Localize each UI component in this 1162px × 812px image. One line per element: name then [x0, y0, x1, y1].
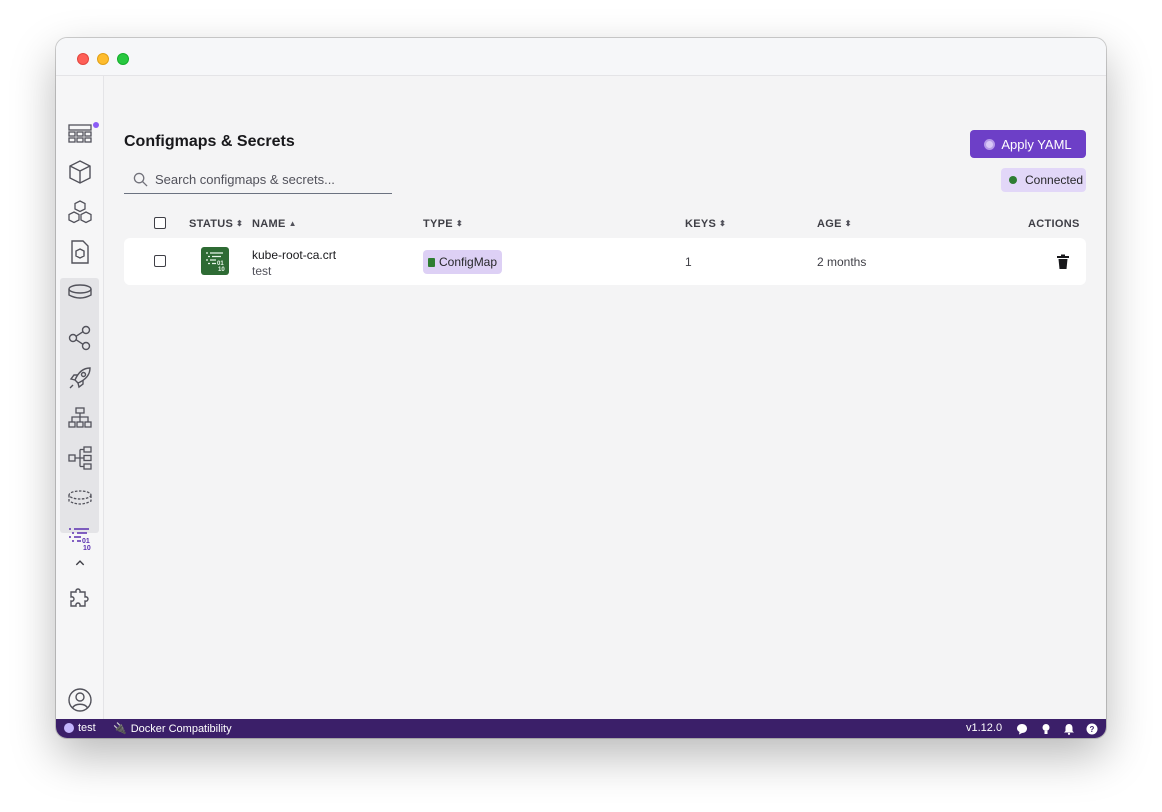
minimize-window-button[interactable] — [97, 53, 109, 65]
kube-icon — [984, 138, 996, 150]
document-icon — [428, 257, 435, 267]
sort-ascending-icon: ▲ — [288, 219, 297, 228]
column-header-actions: ACTIONS — [1028, 218, 1080, 230]
row-checkbox[interactable] — [154, 255, 166, 267]
pvc-icon[interactable] — [64, 482, 96, 514]
docker-compat-label: Docker Compatibility — [130, 722, 232, 735]
containers-icon[interactable] — [64, 156, 96, 188]
svg-text:10: 10 — [83, 545, 91, 551]
app-window: 0110 Configmaps & Secrets Apply YAML Con… — [56, 38, 1106, 738]
bell-icon[interactable] — [1062, 722, 1075, 735]
search-field — [124, 166, 392, 194]
context-selector[interactable]: test — [64, 722, 96, 734]
column-header-age[interactable]: AGE ⬍ — [817, 218, 852, 230]
delete-icon[interactable] — [1056, 254, 1070, 270]
connection-status-label: Connected — [1025, 173, 1084, 187]
svg-text:01: 01 — [82, 538, 90, 545]
close-window-button[interactable] — [77, 53, 89, 65]
configmap-status-icon: 01 10 — [201, 247, 229, 275]
configmaps-secrets-icon[interactable]: 01 10 — [64, 522, 96, 554]
search-input[interactable] — [155, 172, 385, 187]
main-content: Configmaps & Secrets Apply YAML Connecte… — [104, 76, 1106, 719]
page-title: Configmaps & Secrets — [124, 133, 295, 150]
sort-icon: ⬍ — [844, 219, 852, 228]
plug-icon: 🔌 — [113, 723, 127, 735]
status-bar: test 🔌 Docker Compatibility v1.12.0 ? — [56, 719, 1106, 738]
connection-status-badge: Connected — [1001, 168, 1086, 192]
row-type: ConfigMap — [439, 255, 498, 269]
column-header-keys[interactable]: KEYS ⬍ — [685, 218, 726, 230]
sort-icon: ⬍ — [455, 219, 463, 228]
column-header-type[interactable]: TYPE ⬍ — [423, 218, 463, 230]
sort-icon: ⬍ — [236, 219, 244, 228]
row-age: 2 months — [817, 255, 867, 269]
kube-context-icon — [64, 723, 74, 733]
apply-yaml-label: Apply YAML — [1001, 136, 1072, 152]
deployments-icon[interactable] — [64, 362, 96, 394]
sidebar: 01 10 — [56, 76, 104, 738]
row-namespace: test — [252, 264, 272, 278]
context-label: test — [78, 722, 96, 734]
docker-compatibility[interactable]: 🔌 Docker Compatibility — [113, 722, 232, 736]
ingresses-icon[interactable] — [64, 442, 96, 474]
extensions-icon[interactable] — [64, 581, 96, 613]
dashboard-icon[interactable] — [64, 118, 96, 150]
services-icon[interactable] — [64, 402, 96, 434]
svg-text:?: ? — [1089, 725, 1094, 734]
svg-text:10: 10 — [218, 267, 225, 273]
volumes-icon[interactable] — [64, 276, 96, 308]
table-row[interactable]: 01 10 kube-root-ca.crt test ConfigMap 1 2… — [124, 238, 1086, 285]
version-label[interactable]: v1.12.0 — [966, 722, 1002, 734]
collapse-chevron-icon[interactable] — [64, 554, 96, 572]
zoom-window-button[interactable] — [117, 53, 129, 65]
help-icon[interactable]: ? — [1085, 722, 1098, 735]
column-header-status[interactable]: STATUS ⬍ — [189, 218, 243, 230]
network-icon[interactable] — [64, 322, 96, 354]
row-name[interactable]: kube-root-ca.crt — [252, 248, 336, 262]
lightbulb-icon[interactable] — [1039, 722, 1052, 735]
images-icon[interactable] — [64, 236, 96, 268]
column-header-name[interactable]: NAME ▲ — [252, 218, 297, 230]
pods-icon[interactable] — [64, 196, 96, 228]
title-bar — [56, 38, 1106, 76]
row-keys: 1 — [685, 255, 692, 269]
sort-icon: ⬍ — [719, 219, 727, 228]
chat-icon[interactable] — [1015, 722, 1028, 735]
connected-dot-icon — [1009, 176, 1017, 184]
apply-yaml-button[interactable]: Apply YAML — [970, 130, 1086, 158]
search-icon — [133, 172, 148, 187]
type-chip: ConfigMap — [423, 250, 503, 274]
account-icon[interactable] — [64, 684, 96, 716]
select-all-checkbox[interactable] — [154, 217, 166, 229]
